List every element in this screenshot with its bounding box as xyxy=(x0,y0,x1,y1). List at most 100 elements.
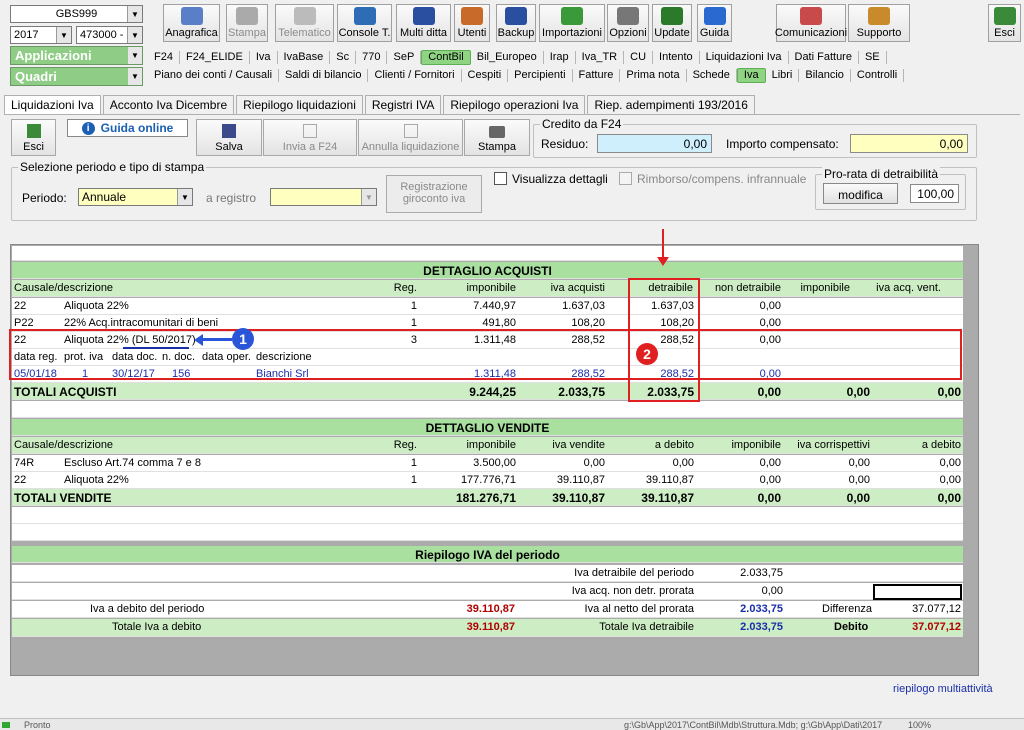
menu-item-percipienti[interactable]: Percipienti xyxy=(508,69,573,82)
total-cell: 0,00 xyxy=(937,385,961,399)
menu-item-iva[interactable]: Iva xyxy=(736,68,766,83)
riepilogo-label: Iva detraibile del periodo xyxy=(574,567,694,579)
tab-acconto-iva-dicembre[interactable]: Acconto Iva Dicembre xyxy=(102,95,235,115)
menu-item-sep[interactable]: SeP xyxy=(387,51,422,64)
menu-item-f24[interactable]: F24 xyxy=(148,51,180,64)
riepilogo-multiattivita-link[interactable]: riepilogo multiattività xyxy=(893,683,993,695)
menu-item-intento[interactable]: Intento xyxy=(653,51,700,64)
toolbar-label: Anagrafica xyxy=(165,27,218,39)
residuo-field[interactable]: 0,00 xyxy=(597,134,712,153)
menu-item-contbil[interactable]: ContBil xyxy=(421,50,471,65)
chevron-down-icon[interactable]: ▼ xyxy=(361,189,376,205)
chevron-down-icon[interactable]: ▼ xyxy=(177,189,192,205)
registrazione-giroconto-button[interactable]: Registrazione giroconto iva xyxy=(386,175,482,213)
visualizza-checkbox[interactable] xyxy=(494,172,507,185)
comunicazioni-button[interactable]: Comunicazioni xyxy=(774,4,848,42)
periodo-select[interactable]: Annuale ▼ xyxy=(78,188,193,206)
table-row[interactable]: 22 Aliquota 22% 1 7.440,97 1.637,03 1.637,03 0… xyxy=(12,298,963,315)
riepilogo-label: Iva acq. non detr. prorata xyxy=(571,585,694,597)
menu-item-dati-fatture[interactable]: Dati Fatture xyxy=(789,51,859,64)
opzioni-button[interactable]: Opzioni xyxy=(607,4,649,42)
tab-riepilogo-operazioni-iva[interactable]: Riepilogo operazioni Iva xyxy=(443,95,586,115)
chevron-down-icon[interactable]: ▼ xyxy=(127,6,142,22)
menu-item-f24-elide[interactable]: F24_ELIDE xyxy=(180,51,250,64)
total-cell: 0,00 xyxy=(846,385,870,399)
applicazioni-label: Applicazioni xyxy=(15,48,92,63)
toolbar-label: Comunicazioni xyxy=(774,27,848,39)
menu-item-schede[interactable]: Schede xyxy=(687,69,737,82)
total-cell: 0,00 xyxy=(757,491,781,505)
tab-riep-adempimenti-193-2016[interactable]: Riep. adempimenti 193/2016 xyxy=(587,95,755,115)
stampa-button[interactable]: Stampa xyxy=(226,4,268,42)
anagrafica-button[interactable]: Anagrafica xyxy=(163,4,220,42)
prorata-value-field[interactable]: 100,00 xyxy=(910,184,959,203)
stampa-button[interactable]: Stampa xyxy=(464,119,530,156)
menu-item-bil-europeo[interactable]: Bil_Europeo xyxy=(471,51,544,64)
prorata-modifica-button[interactable]: modifica xyxy=(823,183,898,204)
chevron-down-icon[interactable]: ▼ xyxy=(56,27,71,43)
supporto-button[interactable]: Supporto xyxy=(848,4,910,42)
menu-item-controlli[interactable]: Controlli xyxy=(851,69,905,82)
menu-item-prima-nota[interactable]: Prima nota xyxy=(620,69,687,82)
guida-button[interactable]: Guida xyxy=(697,4,732,42)
telematico-icon xyxy=(293,7,316,25)
compensato-field[interactable]: 0,00 xyxy=(850,134,968,153)
menu-item-fatture[interactable]: Fatture xyxy=(573,69,621,82)
menu-item-clienti-fornitori[interactable]: Clienti / Fornitori xyxy=(368,69,462,82)
applicazioni-bar[interactable]: Applicazioni ▼ xyxy=(10,46,143,65)
code-select[interactable]: 473000 - ▼ xyxy=(76,26,143,44)
cell: 39.110,87 xyxy=(645,474,694,486)
company-select[interactable]: GBS999 ▼ xyxy=(10,5,143,23)
column-header: imponibile xyxy=(800,282,850,294)
cell: 0,00 xyxy=(759,317,781,329)
importazioni-button[interactable]: Importazioni xyxy=(539,4,605,42)
annulla-liquidazione-button[interactable]: Annulla liquidazione xyxy=(358,119,463,156)
table-row[interactable]: 22 Aliquota 22% 1 177.776,71 39.110,87 39.110… xyxy=(12,472,963,489)
esci-button[interactable]: Esci xyxy=(988,4,1021,42)
cell: 0,00 xyxy=(583,457,605,469)
menu-item-se[interactable]: SE xyxy=(859,51,887,64)
telematico-button[interactable]: Telematico xyxy=(275,4,334,42)
cell: 22 xyxy=(14,300,27,312)
arrow-down-icon xyxy=(662,229,664,259)
update-button[interactable]: Update xyxy=(652,4,692,42)
utenti-button[interactable]: Utenti xyxy=(454,4,490,42)
menu-item-iva-tr[interactable]: Iva_TR xyxy=(576,51,625,64)
console-t-button[interactable]: Console T. xyxy=(337,4,392,42)
menu-item-cespiti[interactable]: Cespiti xyxy=(462,69,509,82)
column-header: Causale/descrizione xyxy=(14,439,114,451)
esci-button[interactable]: Esci xyxy=(11,119,56,156)
menu-item-irap[interactable]: Irap xyxy=(544,51,576,64)
chevron-down-icon[interactable]: ▼ xyxy=(127,27,142,43)
menu-item-piano-dei-conti-causali[interactable]: Piano dei conti / Causali xyxy=(148,69,280,82)
backup-button[interactable]: Backup xyxy=(496,4,536,42)
menu-item-bilancio[interactable]: Bilancio xyxy=(799,69,851,82)
menu-item-sc[interactable]: Sc xyxy=(330,51,357,64)
salva-button[interactable]: Salva xyxy=(196,119,262,156)
quadri-bar[interactable]: Quadri ▼ xyxy=(10,67,143,86)
tab-riepilogo-liquidazioni[interactable]: Riepilogo liquidazioni xyxy=(236,95,363,115)
exit-icon xyxy=(26,124,41,138)
invia-f24-button[interactable]: Invia a F24 xyxy=(263,119,357,156)
guida-online-button[interactable]: i Guida online xyxy=(67,119,188,137)
menu-item-saldi-di-bilancio[interactable]: Saldi di bilancio xyxy=(279,69,369,82)
menu-item-cu[interactable]: CU xyxy=(624,51,654,64)
riepilogo-label: Totale Iva detraibile xyxy=(599,621,694,633)
column-header: imponibile xyxy=(466,282,516,294)
menu-item-770[interactable]: 770 xyxy=(356,51,388,64)
menu-item-libri[interactable]: Libri xyxy=(766,69,800,82)
registro-select[interactable]: ▼ xyxy=(270,188,377,206)
multi-ditta-button[interactable]: Multi ditta xyxy=(396,4,451,42)
menu-item-ivabase[interactable]: IvaBase xyxy=(278,51,331,64)
menu-item-iva[interactable]: Iva xyxy=(250,51,278,64)
table-row[interactable]: 74R Escluso Art.74 comma 7 e 8 1 3.500,00 0,… xyxy=(12,455,963,472)
chevron-down-icon[interactable]: ▼ xyxy=(128,47,142,64)
cell: 74R xyxy=(14,457,35,469)
rimborso-checkbox[interactable] xyxy=(619,172,632,185)
year-select[interactable]: 2017 ▼ xyxy=(10,26,72,44)
cell: 0,00 xyxy=(939,457,961,469)
tab-liquidazioni-iva[interactable]: Liquidazioni Iva xyxy=(4,95,101,115)
tab-registri-iva[interactable]: Registri IVA xyxy=(364,95,442,115)
chevron-down-icon[interactable]: ▼ xyxy=(128,68,142,85)
menu-item-liquidazioni-iva[interactable]: Liquidazioni Iva xyxy=(700,51,789,64)
